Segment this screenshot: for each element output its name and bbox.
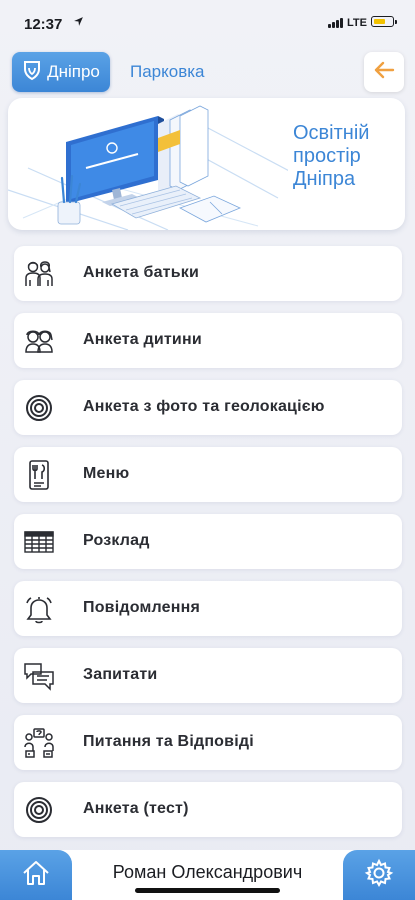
target-icon (23, 794, 55, 826)
status-time: 12:37 (24, 16, 63, 33)
schedule-table-icon (23, 526, 55, 558)
target-icon (23, 392, 55, 424)
app-header: Дніпро Парковка (0, 50, 415, 94)
battery-icon (371, 16, 397, 27)
logo-text: Дніпро (47, 62, 100, 81)
menu-item-schedule[interactable]: Розклад (14, 514, 402, 569)
network-label: LTE (347, 17, 367, 29)
banner-title-line-3: Дніпра (293, 168, 356, 190)
menu-item-label: Повідомлення (83, 599, 201, 616)
menu-item-label: Питання та Відповіді (83, 733, 254, 750)
shield-icon (22, 59, 42, 86)
home-indicator (135, 888, 280, 893)
location-arrow-icon (73, 15, 84, 30)
menu-item-test-survey[interactable]: Анкета (тест) (14, 782, 402, 837)
menu-item-notifications[interactable]: Повідомлення (14, 581, 402, 636)
menu-item-label: Анкета (тест) (83, 800, 189, 817)
faq-icon (23, 727, 55, 759)
menu-item-photo-geo-survey[interactable]: Анкета з фото та геолокацією (14, 380, 402, 435)
children-icon (23, 325, 55, 357)
menu-card-icon (23, 459, 55, 491)
menu-item-label: Меню (83, 465, 130, 482)
banner-educational-space[interactable]: Освітній простір Дніпра (8, 98, 405, 230)
bell-icon (23, 593, 55, 625)
banner-title-line-2: простір (293, 145, 361, 167)
menu-item-label: Анкета батьки (83, 264, 199, 281)
menu-item-ask[interactable]: Запитати (14, 648, 402, 703)
settings-button[interactable] (343, 850, 415, 900)
banner-title-line-1: Освітній (293, 122, 370, 144)
gear-icon (364, 858, 394, 893)
chat-bubbles-icon (23, 660, 55, 692)
banner-title: Освітній простір Дніпра (293, 122, 403, 191)
menu-item-label: Запитати (83, 666, 158, 683)
menu-item-food-menu[interactable]: Меню (14, 447, 402, 502)
parking-link[interactable]: Парковка (130, 62, 205, 82)
menu-item-parents-survey[interactable]: Анкета батьки (14, 246, 402, 301)
signal-icon (328, 18, 343, 28)
back-button[interactable] (364, 52, 404, 92)
status-bar: 12:37 LTE (0, 0, 415, 44)
menu-item-label: Анкета дитини (83, 331, 202, 348)
parents-icon (23, 258, 55, 290)
arrow-left-icon (373, 61, 395, 84)
menu-item-faq[interactable]: Питання та Відповіді (14, 715, 402, 770)
menu-item-label: Анкета з фото та геолокацією (83, 398, 325, 415)
menu-item-child-survey[interactable]: Анкета дитини (14, 313, 402, 368)
menu-item-label: Розклад (83, 532, 150, 549)
computer-desk-illustration (8, 105, 288, 230)
dnipro-logo-button[interactable]: Дніпро (12, 52, 110, 92)
